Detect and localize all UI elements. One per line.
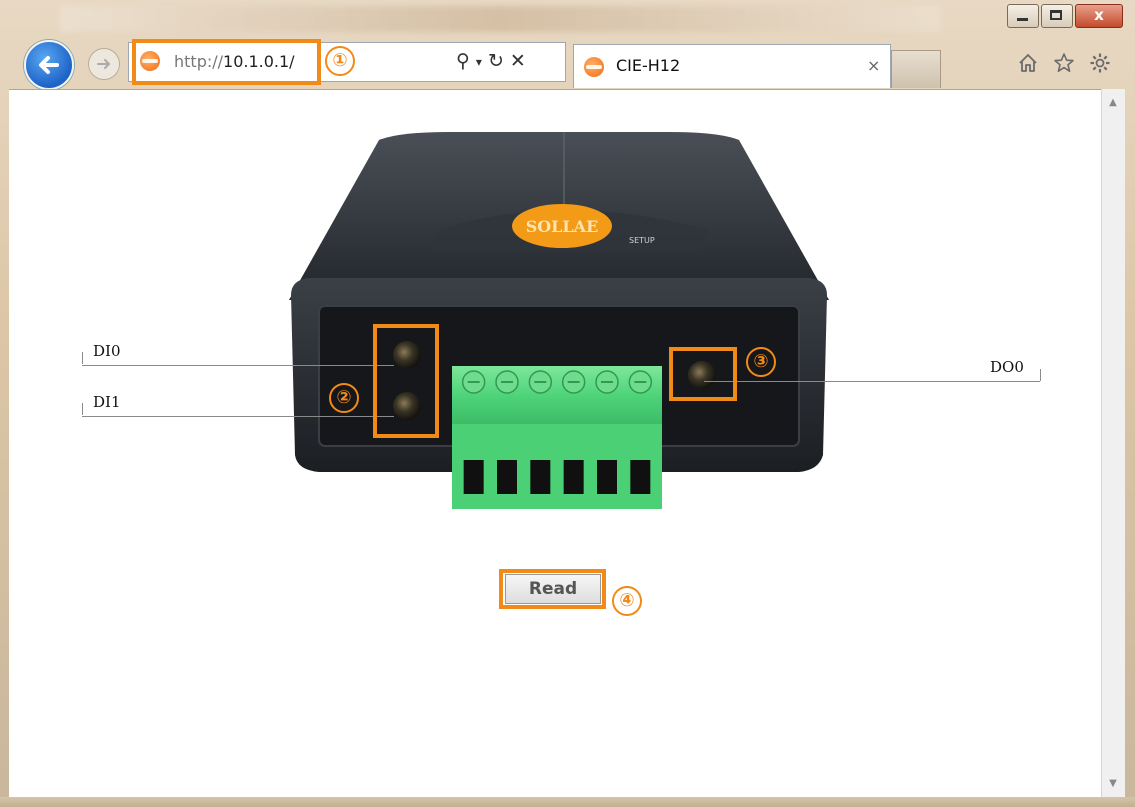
do0-leader-line bbox=[704, 381, 1040, 382]
do0-leader-tick bbox=[1040, 369, 1041, 381]
tab-title: CIE-H12 bbox=[616, 56, 681, 75]
terminal-wire-slot bbox=[630, 460, 651, 494]
window-bottom-border bbox=[0, 797, 1135, 807]
terminal-wire-slot bbox=[497, 460, 517, 494]
window-controls: x bbox=[1005, 4, 1123, 28]
terminal-wire-slot bbox=[597, 460, 617, 494]
maximize-icon bbox=[1050, 10, 1062, 20]
forward-arrow-icon bbox=[97, 59, 111, 69]
terminal-wire-slot bbox=[530, 460, 551, 494]
device-image: SOLLAE SETUP bbox=[289, 132, 829, 509]
minimize-button[interactable] bbox=[1007, 4, 1039, 28]
title-bar bbox=[60, 6, 940, 32]
toolbar-icons bbox=[1017, 52, 1111, 74]
callout-number-2: ② bbox=[329, 383, 359, 413]
setup-label: SETUP bbox=[629, 236, 655, 245]
address-bar-actions: ⚲ ▾ ↻ ✕ bbox=[456, 50, 526, 74]
di0-leader-tick bbox=[82, 352, 83, 364]
terminal-wire-slot bbox=[563, 460, 584, 494]
settings-gear-icon[interactable] bbox=[1089, 52, 1111, 74]
home-icon[interactable] bbox=[1017, 52, 1039, 74]
close-icon: x bbox=[1094, 6, 1104, 24]
callout-box-output bbox=[669, 347, 737, 401]
stop-icon[interactable]: ✕ bbox=[510, 50, 526, 74]
callout-number-1: ① bbox=[325, 46, 355, 76]
di1-leader-tick bbox=[82, 403, 83, 415]
terminal-wire-slot bbox=[463, 460, 484, 494]
maximize-button[interactable] bbox=[1041, 4, 1073, 28]
callout-number-4: ④ bbox=[612, 586, 642, 616]
new-tab-button[interactable] bbox=[891, 50, 941, 88]
callout-number-3: ③ bbox=[746, 347, 776, 377]
callout-box-inputs bbox=[373, 324, 439, 438]
di1-label: DI1 bbox=[93, 393, 121, 411]
scroll-up-icon[interactable]: ▲ bbox=[1107, 97, 1119, 108]
back-button[interactable] bbox=[24, 40, 74, 90]
minimize-icon bbox=[1017, 18, 1028, 21]
read-button[interactable]: Read bbox=[505, 574, 601, 604]
tab-close-icon[interactable]: × bbox=[867, 56, 880, 75]
refresh-icon[interactable]: ↻ bbox=[488, 50, 504, 74]
close-button[interactable]: x bbox=[1075, 4, 1123, 28]
terminal-block bbox=[452, 366, 662, 509]
back-arrow-icon bbox=[39, 56, 59, 74]
do0-label: DO0 bbox=[990, 358, 1024, 376]
callout-box-url bbox=[132, 39, 321, 85]
scroll-down-icon[interactable]: ▼ bbox=[1107, 778, 1119, 789]
brand-logo: SOLLAE bbox=[526, 217, 599, 236]
di0-leader-line bbox=[82, 365, 394, 366]
favorites-star-icon[interactable] bbox=[1053, 52, 1075, 74]
di1-leader-line bbox=[82, 416, 394, 417]
forward-button[interactable] bbox=[88, 48, 120, 80]
di0-label: DI0 bbox=[93, 342, 121, 360]
tab-favicon-icon bbox=[584, 57, 604, 77]
vertical-scrollbar[interactable]: ▲ ▼ bbox=[1101, 89, 1125, 797]
dropdown-icon[interactable]: ▾ bbox=[476, 50, 482, 74]
search-icon[interactable]: ⚲ bbox=[456, 50, 470, 74]
